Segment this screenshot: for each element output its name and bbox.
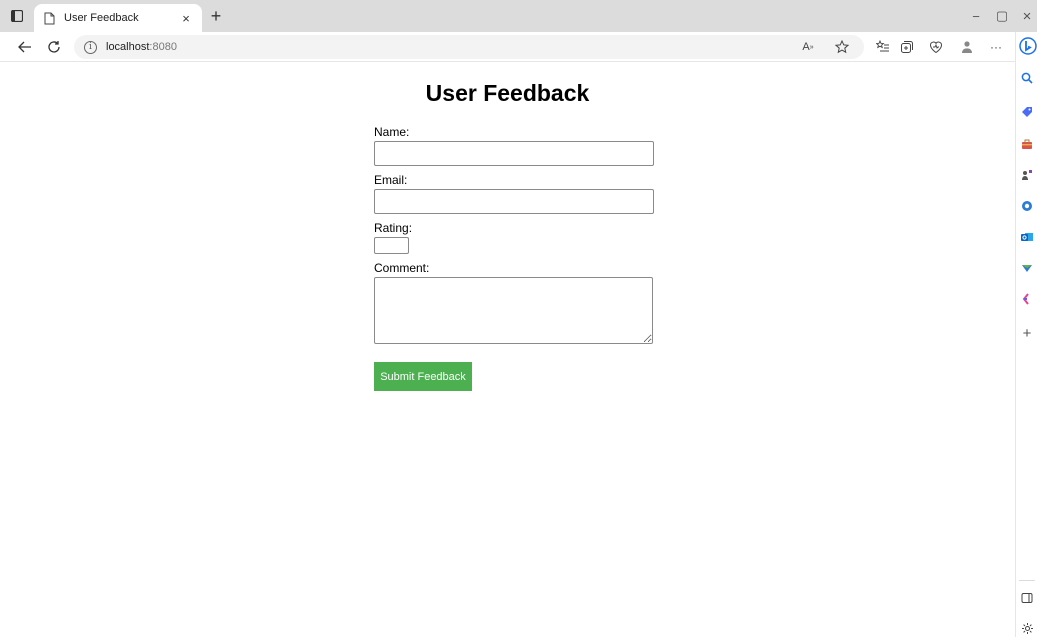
tab-strip: User Feedback × + − ▢ × [0, 0, 1037, 32]
drop-icon[interactable] [1019, 260, 1035, 276]
tab-close-icon[interactable]: × [178, 10, 194, 26]
site-info-icon[interactable]: i [84, 40, 97, 54]
comment-label: Comment: [374, 261, 430, 275]
submit-feedback-button[interactable]: Submit Feedback [374, 362, 472, 391]
profile-icon[interactable] [959, 39, 975, 55]
tab-title: User Feedback [64, 12, 139, 24]
games-icon[interactable] [1019, 167, 1035, 183]
settings-icon[interactable] [1019, 620, 1035, 636]
more-icon[interactable]: ··· [988, 39, 1004, 55]
browser-essentials-icon[interactable] [928, 39, 944, 55]
favorites-icon[interactable] [875, 39, 891, 55]
sidebar-divider [1019, 580, 1035, 581]
split-screen-icon[interactable] [1019, 590, 1035, 606]
rating-input[interactable] [374, 237, 409, 254]
url-host: localhost [106, 41, 150, 53]
tab-actions-icon[interactable] [9, 8, 25, 24]
url-port: :8080 [149, 41, 177, 53]
minimize-icon[interactable]: − [966, 6, 986, 26]
bing-copilot-icon[interactable] [1019, 37, 1037, 55]
designer-icon[interactable] [1019, 291, 1035, 307]
page-icon [42, 11, 56, 25]
shopping-tag-icon[interactable] [1019, 104, 1035, 120]
tools-icon[interactable] [1019, 136, 1035, 152]
favorite-star-icon[interactable] [834, 39, 850, 55]
close-window-icon[interactable]: × [1017, 6, 1037, 26]
new-tab-button[interactable]: + [206, 6, 226, 26]
address-bar[interactable]: i localhost :8080 [74, 35, 864, 59]
back-arrow-icon[interactable] [15, 37, 35, 57]
comment-textarea[interactable] [374, 277, 653, 344]
office-icon[interactable] [1019, 198, 1035, 214]
browser-toolbar: i localhost :8080 A» ··· [0, 32, 1015, 62]
page-title: User Feedback [425, 80, 590, 106]
search-icon[interactable] [1019, 70, 1035, 86]
add-icon[interactable]: + [1019, 325, 1035, 342]
name-input[interactable] [374, 141, 654, 166]
edge-sidebar: + [1015, 32, 1037, 637]
outlook-icon[interactable] [1019, 229, 1035, 245]
email-input[interactable] [374, 189, 654, 214]
tab-user-feedback[interactable]: User Feedback × [34, 4, 202, 32]
reload-icon[interactable] [44, 37, 64, 57]
feedback-form: Name: Email: Rating: Comment: Submit Fee… [374, 125, 656, 391]
read-aloud-icon[interactable]: A» [800, 39, 816, 55]
name-label: Name: [374, 125, 410, 139]
restore-icon[interactable]: ▢ [992, 6, 1012, 26]
email-label: Email: [374, 173, 408, 187]
rating-label: Rating: [374, 221, 413, 235]
collections-icon[interactable] [899, 39, 915, 55]
